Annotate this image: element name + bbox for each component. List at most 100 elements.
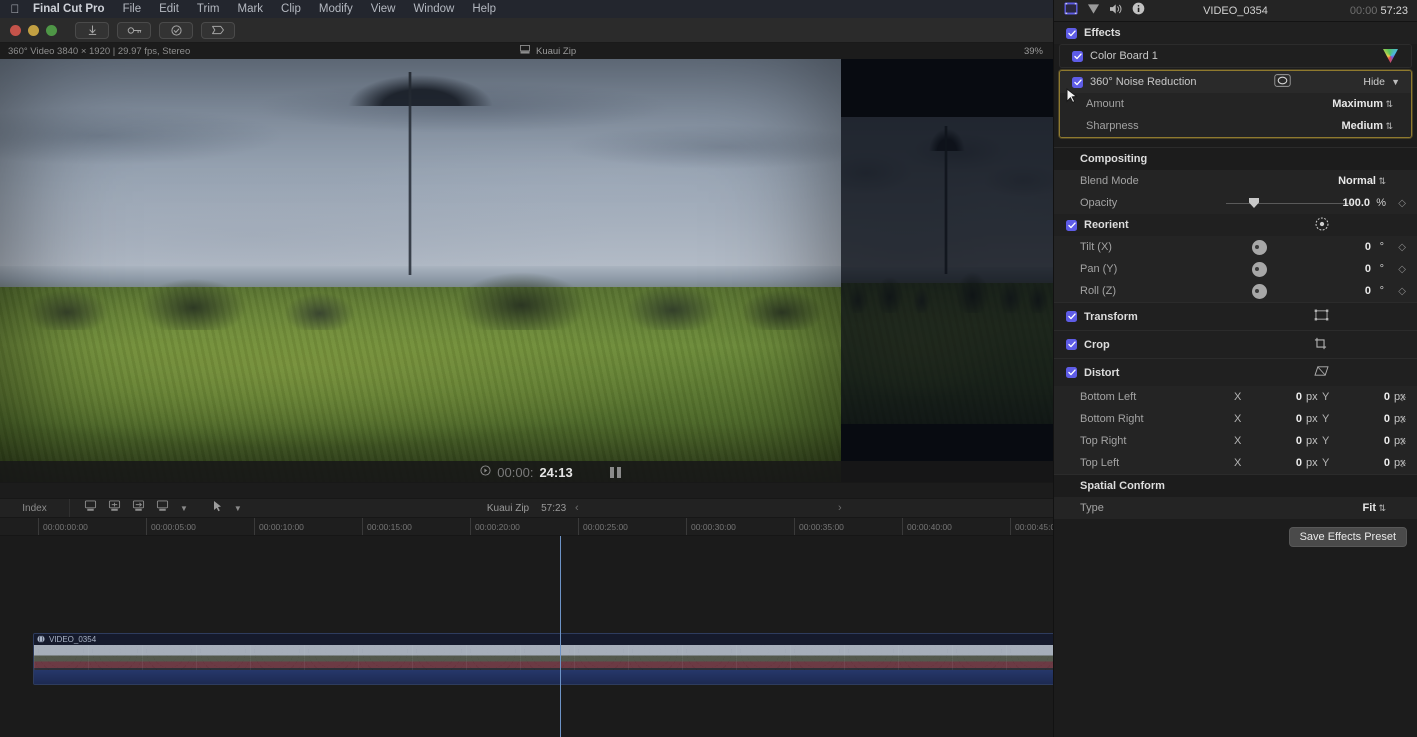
amount-value[interactable]: Maximum — [1332, 98, 1383, 110]
effect-color-board[interactable]: Color Board 1 — [1059, 44, 1412, 68]
color-board-checkbox[interactable] — [1072, 50, 1083, 62]
distort-section-header[interactable]: Distort — [1054, 359, 1417, 386]
top-right-keyframe-button[interactable]: ◇ — [1398, 436, 1406, 447]
menu-item-modify[interactable]: Modify — [310, 3, 362, 15]
menu-item-clip[interactable]: Clip — [272, 3, 310, 15]
top-right-x-value[interactable]: 0 — [1266, 435, 1302, 447]
bottom-right-x-value[interactable]: 0 — [1266, 413, 1302, 425]
distort-icon[interactable] — [1314, 365, 1329, 380]
pan-y-dial[interactable] — [1252, 261, 1267, 277]
play-circle-icon[interactable] — [480, 465, 491, 479]
noise-reduction-chevron-down-icon[interactable]: ▼ — [1391, 77, 1400, 87]
viewer-zoom-level[interactable]: 39% — [1024, 46, 1043, 57]
menu-item-final-cut-pro[interactable]: Final Cut Pro — [24, 3, 114, 15]
blend-mode-value[interactable]: Normal — [1338, 175, 1376, 187]
opacity-slider-knob[interactable] — [1249, 198, 1259, 208]
transform-checkbox[interactable] — [1066, 311, 1077, 322]
roll-z-row[interactable]: Roll (Z) 0 ° ◇ — [1054, 280, 1417, 302]
effects-section-header[interactable]: Effects — [1054, 22, 1417, 44]
previous-icon[interactable]: ‹ — [575, 502, 579, 514]
menu-item-trim[interactable]: Trim — [188, 3, 229, 15]
reorient-section-header[interactable]: Reorient — [1054, 214, 1417, 236]
noise-reduction-sharpness-row[interactable]: Sharpness Medium ⇅ — [1060, 115, 1411, 137]
transport-timecode[interactable]: 24:13 — [539, 465, 572, 480]
bottom-left-x-value[interactable]: 0 — [1266, 391, 1302, 403]
noise-reduction-amount-row[interactable]: Amount Maximum ⇅ — [1060, 93, 1411, 115]
import-media-icon[interactable] — [75, 21, 109, 39]
save-effects-preset-button[interactable]: Save Effects Preset — [1288, 527, 1407, 547]
reorient-checkbox[interactable] — [1066, 219, 1077, 231]
opacity-row[interactable]: Opacity 100.0 % ◇ — [1054, 192, 1417, 214]
opacity-slider-track[interactable] — [1226, 203, 1354, 204]
sharpness-value[interactable]: Medium — [1341, 120, 1383, 132]
bottom-left-keyframe-button[interactable]: ◇ — [1398, 392, 1406, 403]
opacity-keyframe-button[interactable]: ◇ — [1398, 198, 1406, 209]
menu-item-help[interactable]: Help — [463, 3, 505, 15]
roll-z-value[interactable]: 0 — [1365, 285, 1371, 297]
crop-icon[interactable] — [1314, 337, 1327, 353]
pause-icon[interactable] — [610, 466, 621, 478]
type-value[interactable]: Fit — [1363, 502, 1376, 514]
pan-y-value[interactable]: 0 — [1365, 263, 1371, 275]
effects-checkbox[interactable] — [1066, 27, 1077, 39]
bottom-right-y-value[interactable]: 0 — [1354, 413, 1390, 425]
transform-icon[interactable] — [1314, 309, 1329, 324]
sharpness-stepper[interactable]: ⇅ — [1385, 121, 1393, 132]
timeline-body[interactable]: VIDEO_0354 — [0, 536, 1053, 737]
tilt-x-dial[interactable] — [1252, 239, 1267, 255]
spatial-conform-type-row[interactable]: Type Fit ⇅ — [1054, 497, 1417, 519]
effect-360-noise-reduction[interactable]: 360° Noise Reduction Hide ▼ Amount Maxim… — [1059, 70, 1412, 138]
bottom-right-keyframe-button[interactable]: ◇ — [1398, 414, 1406, 425]
distort-top-right-row[interactable]: Top Right X 0 px Y 0 px ◇ — [1054, 430, 1417, 452]
distort-bottom-right-row[interactable]: Bottom Right X 0 px Y 0 px ◇ — [1054, 408, 1417, 430]
color-board-icon[interactable] — [1383, 49, 1398, 63]
apple-logo-icon[interactable]:  — [6, 3, 24, 15]
distort-checkbox[interactable] — [1066, 367, 1077, 378]
opacity-value[interactable]: 100.0 — [1342, 197, 1370, 209]
distort-bottom-left-row[interactable]: Bottom Left X 0 px Y 0 px ◇ — [1054, 386, 1417, 408]
crop-checkbox[interactable] — [1066, 339, 1077, 350]
timeline-clip[interactable]: VIDEO_0354 — [33, 633, 1053, 685]
reorient-icon[interactable] — [1315, 217, 1329, 234]
noise-reduction-checkbox[interactable] — [1072, 76, 1083, 88]
effect-color-board-row[interactable]: Color Board 1 — [1060, 45, 1411, 67]
menu-item-window[interactable]: Window — [404, 3, 463, 15]
blend-mode-stepper[interactable]: ⇅ — [1378, 176, 1386, 187]
menu-item-view[interactable]: View — [362, 3, 405, 15]
distort-top-left-row[interactable]: Top Left X 0 px Y 0 px ◇ — [1054, 452, 1417, 474]
secondary-viewer[interactable] — [841, 59, 1053, 482]
noise-reduction-hide-button[interactable]: Hide — [1363, 76, 1385, 88]
share-icon[interactable] — [201, 21, 235, 39]
pan-y-row[interactable]: Pan (Y) 0 ° ◇ — [1054, 258, 1417, 280]
top-right-y-value[interactable]: 0 — [1354, 435, 1390, 447]
menu-item-mark[interactable]: Mark — [228, 3, 272, 15]
top-left-keyframe-button[interactable]: ◇ — [1398, 458, 1406, 469]
main-viewer[interactable] — [0, 59, 841, 482]
tilt-x-row[interactable]: Tilt (X) 0 ° ◇ — [1054, 236, 1417, 258]
pan-y-keyframe-button[interactable]: ◇ — [1398, 264, 1406, 275]
maximize-button[interactable] — [46, 24, 57, 36]
next-icon[interactable]: › — [838, 502, 842, 514]
menu-item-file[interactable]: File — [114, 3, 151, 15]
timeline-ruler[interactable]: 00:00:00:00 00:00:05:00 00:00:10:00 00:00:1… — [0, 518, 1053, 536]
tilt-x-value[interactable]: 0 — [1365, 241, 1371, 253]
menu-item-edit[interactable]: Edit — [150, 3, 188, 15]
bottom-left-y-value[interactable]: 0 — [1354, 391, 1390, 403]
top-left-x-value[interactable]: 0 — [1266, 457, 1302, 469]
close-button[interactable] — [10, 24, 21, 36]
amount-stepper[interactable]: ⇅ — [1385, 99, 1393, 110]
timeline-playhead[interactable] — [560, 536, 561, 737]
tilt-x-keyframe-button[interactable]: ◇ — [1398, 242, 1406, 253]
noise-reduction-row[interactable]: 360° Noise Reduction Hide ▼ — [1060, 71, 1411, 93]
top-left-y-value[interactable]: 0 — [1354, 457, 1390, 469]
noise-reduction-icon[interactable] — [1274, 74, 1291, 90]
blend-mode-row[interactable]: Blend Mode Normal ⇅ — [1054, 170, 1417, 192]
minimize-button[interactable] — [28, 24, 39, 36]
rate-favorite-icon[interactable] — [159, 21, 193, 39]
type-stepper[interactable]: ⇅ — [1378, 503, 1386, 514]
crop-section-header[interactable]: Crop — [1054, 331, 1417, 358]
roll-z-keyframe-button[interactable]: ◇ — [1398, 286, 1406, 297]
transform-section-header[interactable]: Transform — [1054, 303, 1417, 330]
keyword-icon[interactable] — [117, 21, 151, 39]
roll-z-dial[interactable] — [1252, 283, 1267, 299]
